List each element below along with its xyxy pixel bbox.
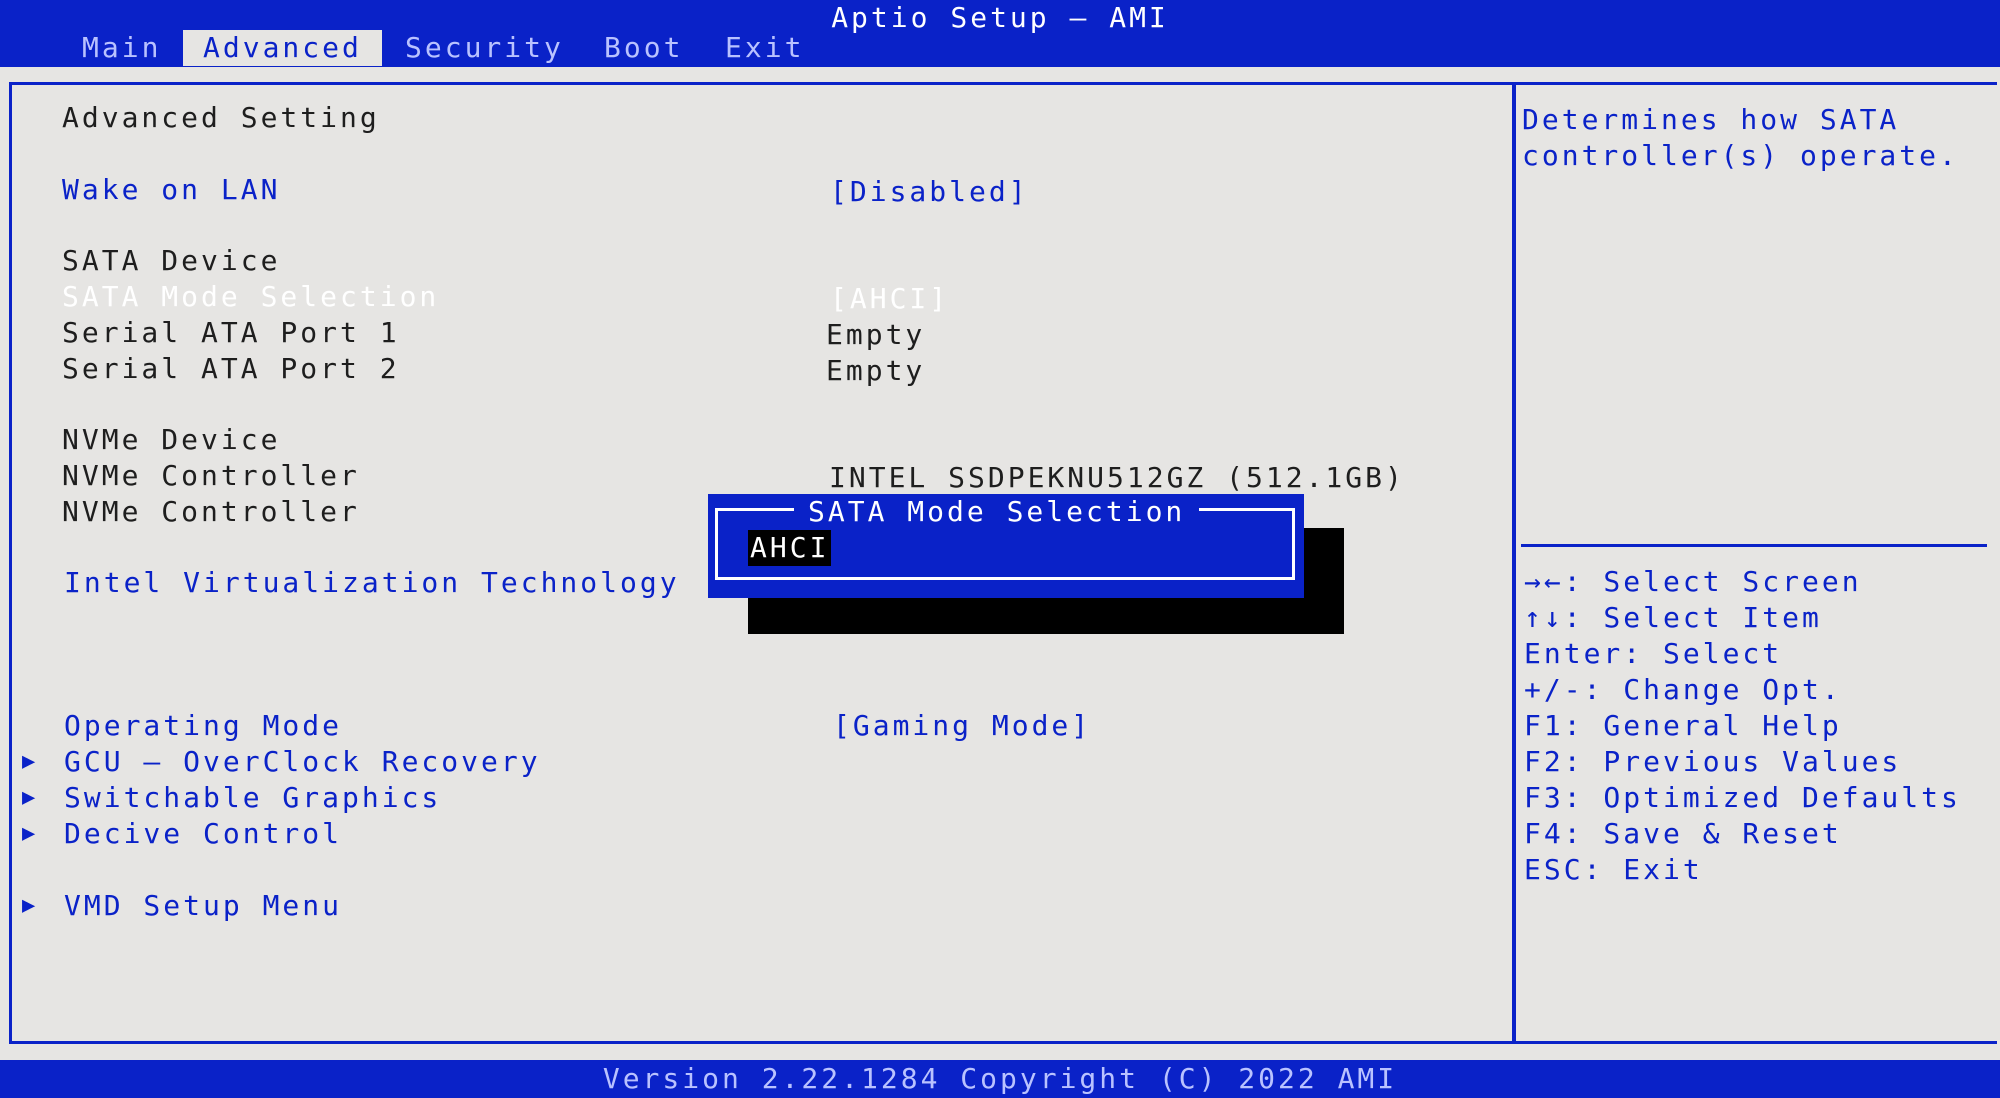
- help-key-select-item: ↑↓: Select Item: [1524, 601, 1822, 634]
- operating-mode-value[interactable]: [Gaming Mode]: [833, 708, 1091, 744]
- tab-exit[interactable]: Exit: [705, 30, 824, 66]
- submenu-gcu-overclock-recovery[interactable]: GCU – OverClock Recovery: [64, 744, 541, 780]
- sata-mode-label[interactable]: SATA Mode Selection: [62, 279, 439, 315]
- tab-security[interactable]: Security: [385, 30, 584, 66]
- popup-option-ahci[interactable]: AHCI: [748, 530, 832, 566]
- nvme-controller1-value: INTEL SSDPEKNU512GZ (512.1GB): [829, 461, 1405, 494]
- submenu-device-control[interactable]: Decive Control: [64, 816, 342, 852]
- tab-main[interactable]: Main: [62, 30, 181, 66]
- help-key-f2: F2: Previous Values: [1524, 745, 1902, 778]
- tab-boot[interactable]: Boot: [584, 30, 703, 66]
- help-key-esc: ESC: Exit: [1524, 853, 1703, 886]
- sata-mode-value[interactable]: [AHCI]: [830, 281, 949, 317]
- help-key-enter: Enter: Select: [1524, 637, 1783, 670]
- help-key-f3: F3: Optimized Defaults: [1524, 781, 1961, 814]
- operating-mode-label[interactable]: Operating Mode: [64, 708, 342, 744]
- sata-port1-value: Empty: [826, 318, 926, 351]
- sata-device-heading: SATA Device: [62, 244, 281, 277]
- help-key-f4: F4: Save & Reset: [1524, 817, 1842, 850]
- help-divider: [1521, 544, 1987, 547]
- help-description-line: Determines how SATA: [1522, 103, 1900, 136]
- sata-port1-label: Serial ATA Port 1: [62, 316, 400, 349]
- help-description-line: controller(s) operate.: [1522, 139, 1959, 172]
- popup-title: SATA Mode Selection: [794, 494, 1200, 530]
- submenu-switchable-graphics[interactable]: Switchable Graphics: [64, 780, 441, 816]
- help-key-change-opt: +/-: Change Opt.: [1524, 673, 1842, 706]
- nvme-controller2-label: NVMe Controller: [62, 495, 360, 528]
- sata-port2-label: Serial ATA Port 2: [62, 352, 400, 385]
- help-key-f1: F1: General Help: [1524, 709, 1842, 742]
- panel-divider: [1512, 85, 1516, 1043]
- nvme-device-heading: NVMe Device: [62, 423, 281, 456]
- page-heading: Advanced Setting: [62, 101, 380, 134]
- nvme-controller1-label: NVMe Controller: [62, 459, 360, 492]
- submenu-arrow-icon: ▶: [22, 749, 39, 774]
- submenu-arrow-icon: ▶: [22, 821, 39, 846]
- version-text: Version 2.22.1284 Copyright (C) 2022 AMI: [602, 1062, 1398, 1095]
- submenu-arrow-icon: ▶: [22, 785, 39, 810]
- submenu-arrow-icon: ▶: [22, 893, 39, 918]
- wake-on-lan-label[interactable]: Wake on LAN: [62, 172, 280, 208]
- tab-advanced[interactable]: Advanced: [183, 30, 382, 66]
- submenu-vmd-setup-menu[interactable]: VMD Setup Menu: [64, 888, 342, 924]
- sata-port2-value: Empty: [826, 354, 926, 387]
- wake-on-lan-value[interactable]: [Disabled]: [830, 174, 1029, 210]
- intel-vt-label[interactable]: Intel Virtualization Technology: [64, 565, 680, 601]
- help-key-select-screen: →←: Select Screen: [1524, 565, 1862, 598]
